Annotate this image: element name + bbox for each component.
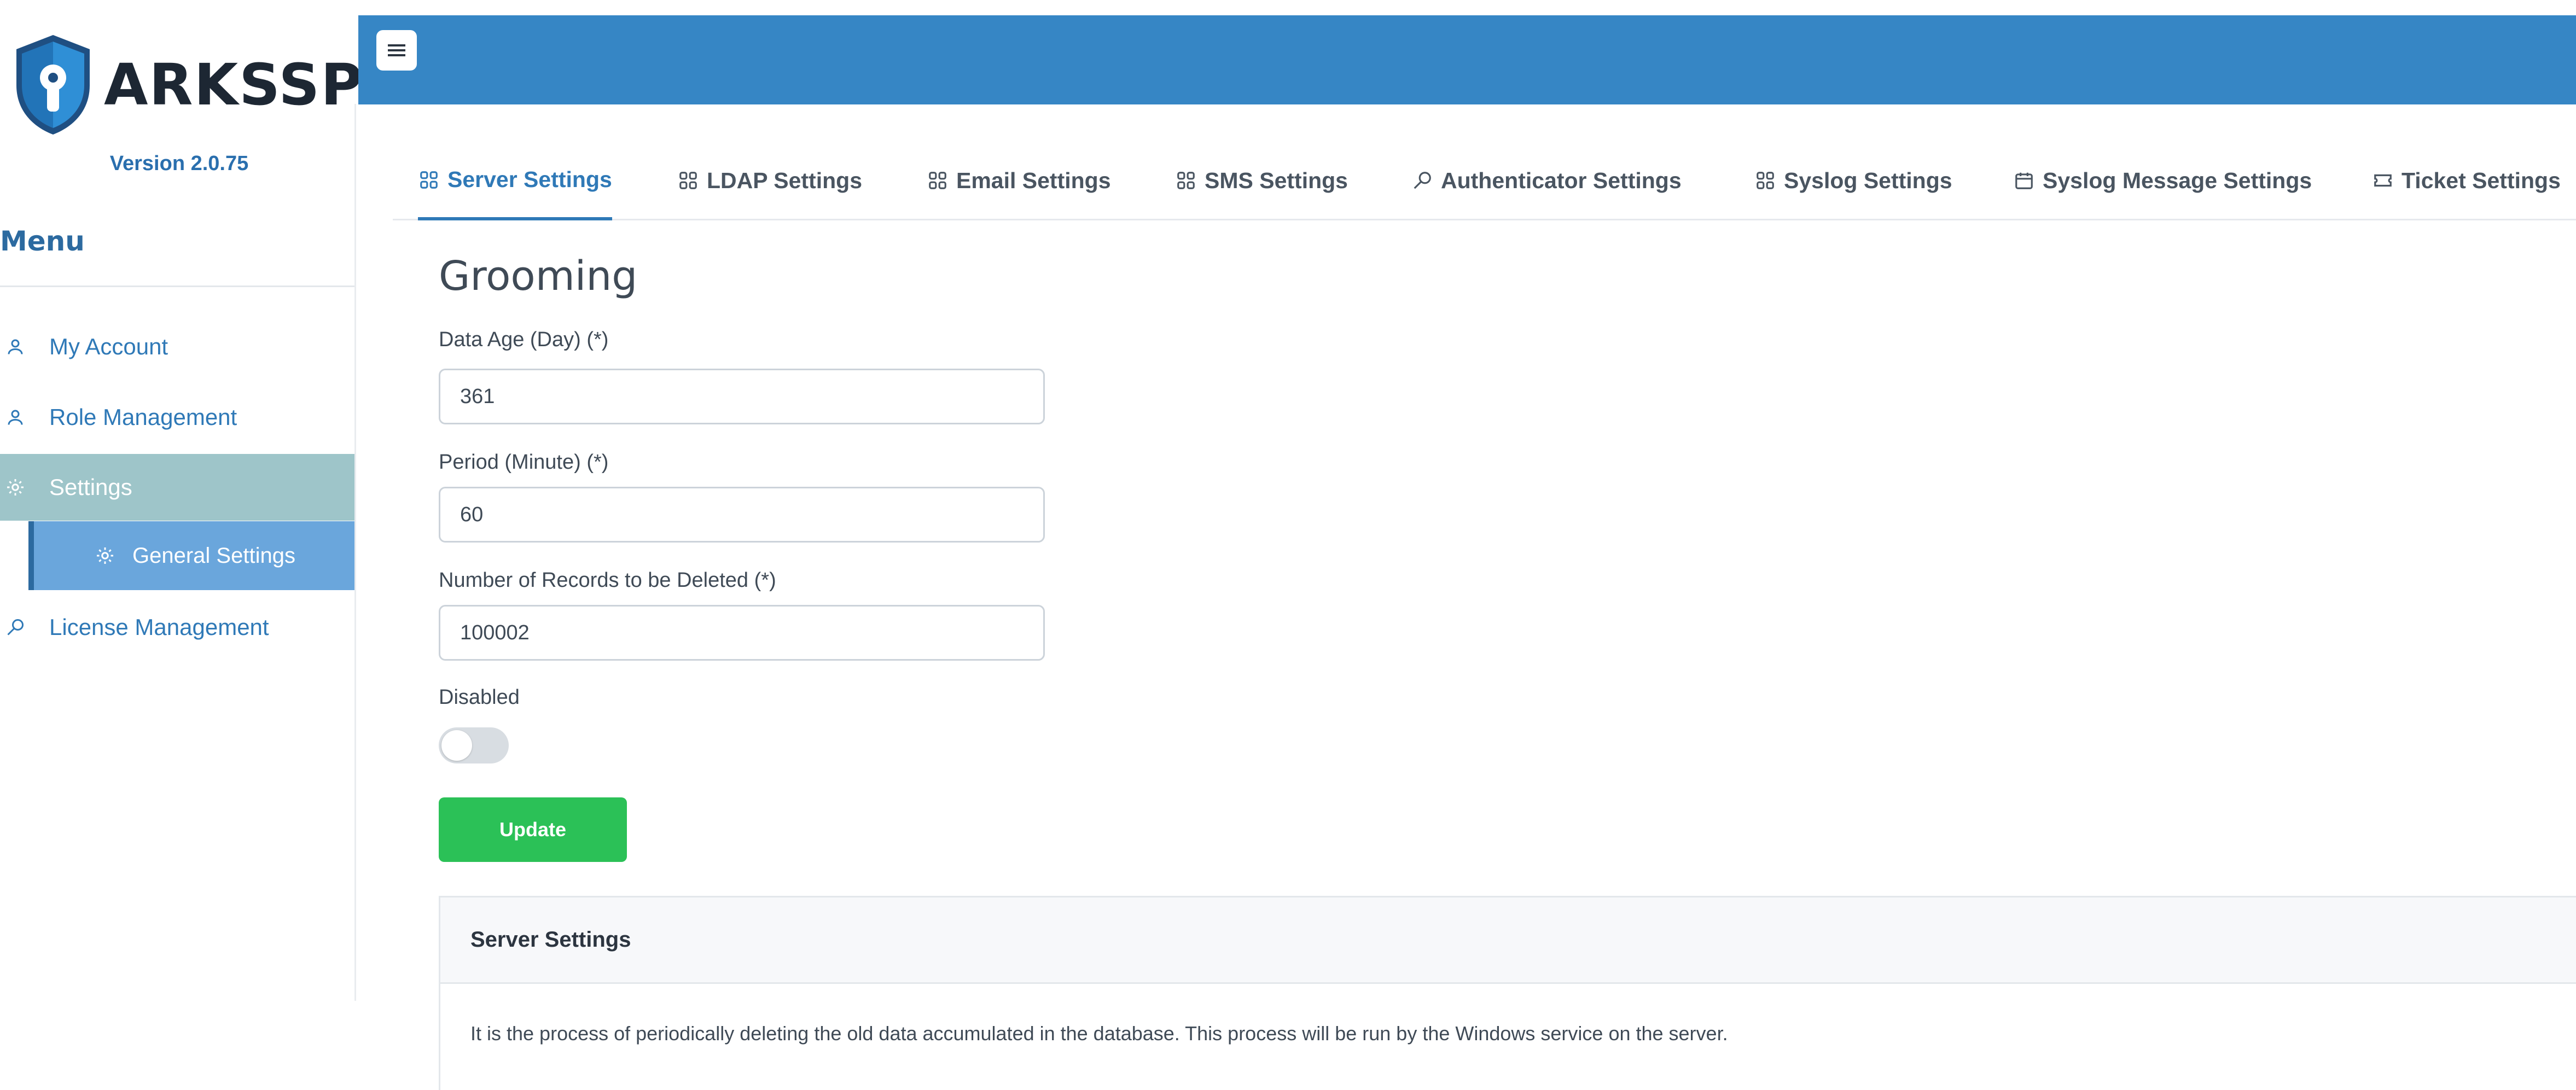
sidebar: ARKSSPR Version 2.0.75 Menu My Account R… [0, 0, 408, 1090]
info-card-title: Server Settings [440, 897, 2576, 984]
tab-label: Authenticator Settings [1441, 167, 1682, 193]
data-age-input[interactable] [439, 369, 1045, 424]
sidebar-item-label: General Settings [132, 543, 295, 568]
menu-title: Menu [0, 225, 85, 257]
update-button[interactable]: Update [439, 797, 627, 862]
tab-label: LDAP Settings [707, 167, 862, 193]
user-icon [4, 336, 26, 358]
grid-icon [418, 169, 440, 191]
calendar-icon [2013, 170, 2035, 191]
period-label: Period (Minute) (*) [439, 451, 609, 474]
toggle-knob [441, 730, 472, 761]
tab-ldap-settings[interactable]: LDAP Settings [677, 142, 862, 219]
tab-sms-settings[interactable]: SMS Settings [1175, 142, 1348, 219]
sidebar-item-general-settings[interactable]: General Settings [28, 521, 354, 590]
sidebar-item-label: Role Management [49, 404, 237, 430]
top-bar [358, 15, 2576, 104]
tab-label: Syslog Settings [1784, 167, 1952, 193]
records-label: Number of Records to be Deleted (*) [439, 569, 776, 592]
sidebar-item-label: Settings [49, 474, 132, 500]
grid-icon [1175, 170, 1197, 191]
tab-label: Syslog Message Settings [2043, 167, 2312, 193]
records-input[interactable] [439, 605, 1045, 661]
sidebar-item-label: License Management [49, 614, 269, 640]
grid-icon [927, 170, 949, 191]
tab-server-settings[interactable]: Server Settings [418, 142, 612, 220]
menu-divider [0, 285, 354, 287]
gear-icon [94, 545, 116, 567]
key-icon [1411, 170, 1433, 191]
tab-ticket-settings[interactable]: Ticket Settings [2372, 142, 2561, 219]
tab-email-settings[interactable]: Email Settings [927, 142, 1111, 219]
tab-authenticator-settings[interactable]: Authenticator Settings [1411, 142, 1682, 219]
tab-label: Ticket Settings [2401, 167, 2561, 193]
app-logo[interactable]: ARKSSPR [12, 30, 409, 139]
info-card: Server Settings It is the process of per… [439, 896, 2576, 1090]
info-card-body: It is the process of periodically deleti… [470, 1022, 1728, 1045]
tab-label: SMS Settings [1205, 167, 1348, 193]
version-label: Version 2.0.75 [109, 152, 249, 175]
user-icon [4, 406, 26, 428]
hamburger-icon [388, 44, 405, 56]
data-age-label: Data Age (Day) (*) [439, 328, 609, 351]
sidebar-item-my-account[interactable]: My Account [0, 313, 354, 380]
sidebar-item-role-management[interactable]: Role Management [0, 384, 354, 451]
sidebar-item-label: My Account [49, 334, 168, 359]
tab-syslog-settings[interactable]: Syslog Settings [1754, 142, 1952, 219]
shield-logo-icon [16, 35, 90, 135]
sidebar-divider [354, 104, 356, 1001]
grid-icon [677, 170, 699, 191]
gear-icon [4, 476, 26, 498]
grid-icon [1754, 170, 1776, 191]
sidebar-item-license-management[interactable]: License Management [0, 594, 354, 661]
disabled-toggle[interactable] [439, 727, 509, 763]
ticket-icon [2372, 170, 2394, 191]
settings-tabs: Server Settings LDAP Settings Email Sett… [393, 142, 2576, 220]
disabled-label: Disabled [439, 686, 520, 709]
menu-toggle-button[interactable] [376, 30, 417, 71]
sidebar-item-settings[interactable]: Settings [0, 454, 354, 521]
tab-syslog-message-settings[interactable]: Syslog Message Settings [2013, 142, 2312, 219]
period-input[interactable] [439, 487, 1045, 543]
tab-label: Server Settings [447, 167, 612, 192]
tab-label: Email Settings [956, 167, 1111, 193]
key-icon [4, 616, 26, 638]
page-title: Grooming [439, 253, 638, 300]
